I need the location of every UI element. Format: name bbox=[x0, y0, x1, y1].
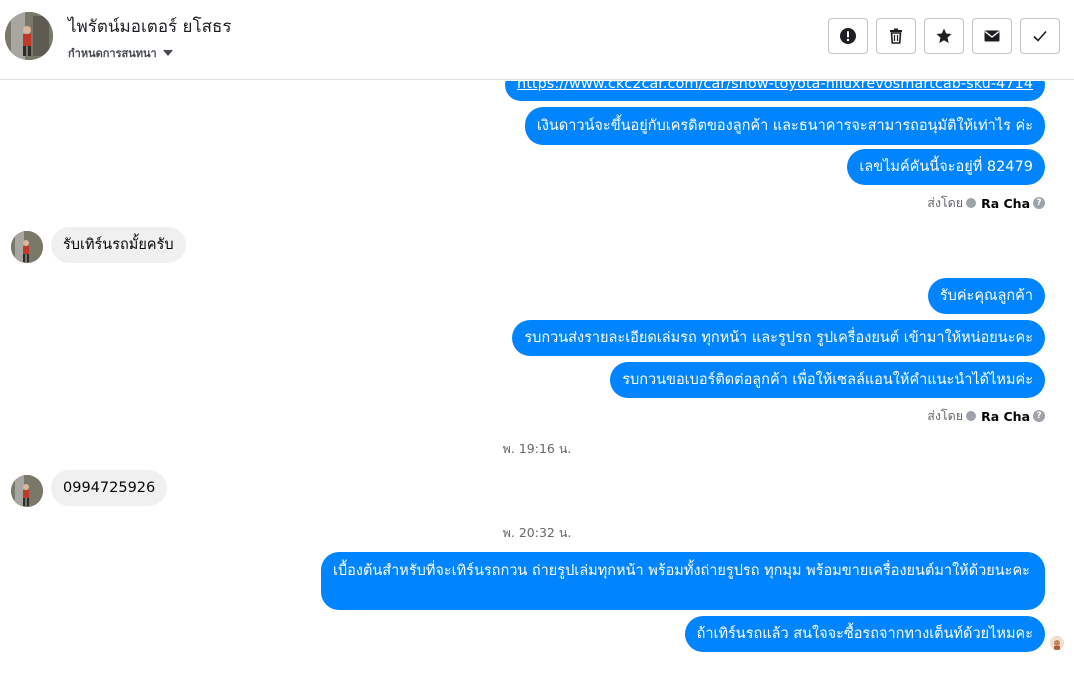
sent-by-prefix: ส่งโดย bbox=[927, 408, 964, 423]
checkmark-icon bbox=[1033, 30, 1047, 42]
message-bubble-outgoing[interactable]: เบื้องต้นสำหรับที่จะเทิร์นรถกวน ถ่ายรูปเ… bbox=[321, 552, 1045, 610]
message-timestamp: พ. 19:16 น. bbox=[502, 441, 572, 456]
message-text: รบกวนส่งรายละเอียดเล่มรถ ทุกหน้า และรูปร… bbox=[524, 330, 1033, 346]
status-label: กำหนดการสนทนา bbox=[68, 47, 157, 60]
help-icon[interactable]: ? bbox=[1033, 197, 1045, 209]
conversation-header: ไพรัตน์มอเตอร์ ยโสธร กำหนดการสนทนา bbox=[0, 0, 1074, 80]
message-bubble-incoming[interactable]: รับเทิร์นรถมั้ยครับ bbox=[51, 227, 186, 263]
message-bubble-outgoing[interactable]: รบกวนส่งรายละเอียดเล่มรถ ทุกหน้า และรูปร… bbox=[512, 320, 1045, 356]
star-button[interactable] bbox=[924, 18, 964, 54]
help-icon[interactable]: ? bbox=[1033, 410, 1045, 422]
message-text: เงินดาวน์จะขึ้นอยู่กับเครดิตของลูกค้า แล… bbox=[536, 118, 1033, 134]
contact-name: ไพรัตน์มอเตอร์ ยโสธร bbox=[68, 17, 232, 37]
contact-avatar-small[interactable] bbox=[11, 231, 43, 263]
message-bubble-outgoing[interactable]: ถ้าเทิร์นรถแล้ว สนใจจะซื้อรถจากทางเต็นท์… bbox=[684, 616, 1045, 652]
message-text: เลขไมค์คันนี้จะอยู่ที่ 82479 bbox=[859, 159, 1033, 175]
conversation-actions bbox=[828, 18, 1060, 54]
mark-done-button[interactable] bbox=[1020, 18, 1060, 54]
message-bubble-outgoing[interactable]: https://www.ckc2car.com/car/show-toyota-… bbox=[505, 81, 1045, 101]
sent-by-agent[interactable]: Ra Cha bbox=[981, 196, 1030, 211]
message-bubble-outgoing[interactable]: รบกวนขอเบอร์ติดต่อลูกค้า เพื่อให้เซลล์แอ… bbox=[610, 362, 1045, 398]
message-bubble-incoming[interactable]: 0994725926 bbox=[51, 470, 168, 506]
page-badge-icon bbox=[966, 198, 977, 208]
message-timestamp: พ. 20:32 น. bbox=[502, 525, 572, 540]
trash-icon bbox=[890, 28, 902, 44]
report-button[interactable] bbox=[828, 18, 868, 54]
chevron-down-icon bbox=[162, 50, 173, 56]
star-icon bbox=[936, 28, 952, 43]
seen-indicator-avatar bbox=[1050, 636, 1064, 650]
mark-unread-button[interactable] bbox=[972, 18, 1012, 54]
sent-by-agent[interactable]: Ra Cha bbox=[981, 409, 1030, 424]
contact-avatar-small[interactable] bbox=[11, 475, 43, 507]
message-text: เบื้องต้นสำหรับที่จะเทิร์นรถกวน ถ่ายรูปเ… bbox=[333, 563, 1030, 579]
exclamation-icon bbox=[840, 28, 856, 44]
sent-by-label: ส่งโดย Ra Cha ? bbox=[927, 406, 1045, 426]
message-bubble-outgoing[interactable]: เงินดาวน์จะขึ้นอยู่กับเครดิตของลูกค้า แล… bbox=[524, 107, 1045, 145]
message-thread[interactable]: https://www.ckc2car.com/car/show-toyota-… bbox=[0, 81, 1074, 681]
message-text: รับค่ะคุณลูกค้า bbox=[939, 288, 1033, 304]
message-link[interactable]: https://www.ckc2car.com/car/show-toyota-… bbox=[517, 81, 1033, 92]
message-text: 0994725926 bbox=[63, 480, 156, 496]
sent-by-label: ส่งโดย Ra Cha ? bbox=[927, 193, 1045, 213]
message-bubble-outgoing[interactable]: รับค่ะคุณลูกค้า bbox=[927, 278, 1045, 314]
message-text: ถ้าเทิร์นรถแล้ว สนใจจะซื้อรถจากทางเต็นท์… bbox=[696, 626, 1033, 642]
contact-avatar[interactable] bbox=[5, 12, 53, 60]
delete-button[interactable] bbox=[876, 18, 916, 54]
inbox-conversation-view: ไพรัตน์มอเตอร์ ยโสธร กำหนดการสนทนา https… bbox=[0, 0, 1074, 681]
page-badge-icon bbox=[966, 411, 977, 421]
conversation-status-dropdown[interactable]: กำหนดการสนทนา bbox=[68, 44, 173, 62]
message-bubble-outgoing[interactable]: เลขไมค์คันนี้จะอยู่ที่ 82479 bbox=[847, 149, 1045, 185]
envelope-icon bbox=[984, 30, 1000, 42]
message-text: รบกวนขอเบอร์ติดต่อลูกค้า เพื่อให้เซลล์แอ… bbox=[622, 372, 1033, 388]
sent-by-prefix: ส่งโดย bbox=[927, 195, 964, 210]
message-text: รับเทิร์นรถมั้ยครับ bbox=[63, 237, 174, 253]
